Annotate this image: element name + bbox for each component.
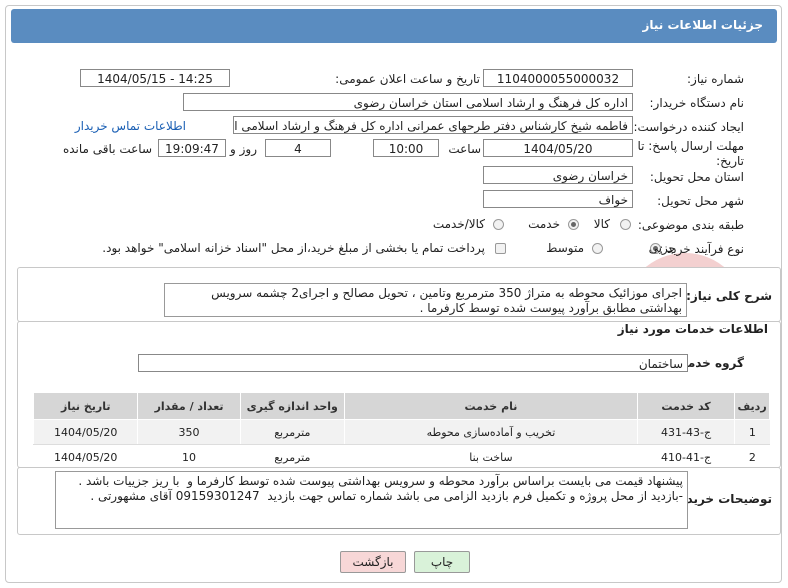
cell-name: تخریب و آماده‌سازی محوطه xyxy=(343,419,638,445)
page-title: جزئیات اطلاعات نیاز xyxy=(642,18,763,32)
cell-unit: مترمربع xyxy=(239,444,345,470)
description-text: اجرای موزائیک محوطه به متراژ 350 مترمربع… xyxy=(164,283,687,317)
cell-date: 1404/05/20 xyxy=(32,444,138,470)
requester-label: ایجاد کننده درخواست: xyxy=(633,120,744,134)
cell-date: 1404/05/20 xyxy=(32,419,138,445)
cell-code: ج-43-431 xyxy=(636,419,735,445)
deadline-date-field: 1404/05/20 xyxy=(483,139,633,157)
col-qty: تعداد / مقدار xyxy=(137,392,241,420)
cell-qty: 10 xyxy=(137,444,241,470)
city-label: شهر محل تحویل: xyxy=(657,194,744,208)
remaining-label: ساعت باقی مانده xyxy=(62,142,152,156)
cell-qty: 350 xyxy=(137,419,241,445)
buyer-org-field: اداره کل فرهنگ و ارشاد اسلامی استان خراس… xyxy=(183,93,633,111)
table-row: 2 ج-41-410 ساخت بنا مترمربع 10 1404/05/2… xyxy=(32,444,770,470)
col-row: ردیف xyxy=(734,392,770,420)
cell-unit: مترمربع xyxy=(239,419,345,445)
description-label: شرح کلی نیاز: xyxy=(686,289,772,303)
deadline-label-date: تاریخ: xyxy=(716,154,744,168)
cell-row: 1 xyxy=(734,419,770,445)
print-button[interactable]: چاپ xyxy=(414,551,470,573)
process-radio-medium[interactable] xyxy=(592,243,603,254)
process-option-minor: جزیی xyxy=(648,241,676,255)
requester-field: فاطمه شیخ کارشناس دفتر طرحهای عمرانی ادا… xyxy=(233,116,633,134)
buyer-org-label: نام دستگاه خریدار: xyxy=(649,96,745,110)
payment-note: پرداخت تمام یا بخشی از مبلغ خرید،از محل … xyxy=(102,241,485,255)
services-table: ردیف کد خدمت نام خدمت واحد اندازه گیری ت… xyxy=(32,392,770,470)
province-field: خراسان رضوی xyxy=(483,166,633,184)
treasury-checkbox[interactable] xyxy=(495,243,506,254)
col-name: نام خدمت xyxy=(343,392,638,420)
back-button[interactable]: بازگشت xyxy=(340,551,406,573)
table-row: 1 ج-43-431 تخریب و آماده‌سازی محوطه مترم… xyxy=(32,419,770,445)
cell-code: ج-41-410 xyxy=(636,444,735,470)
days-field: 4 xyxy=(265,139,331,157)
deadline-label: مهلت ارسال پاسخ: تا xyxy=(637,139,744,153)
announce-field: 1404/05/15 - 14:25 xyxy=(80,69,230,87)
deadline-time-field: 10:00 xyxy=(373,139,439,157)
days-label: روز و xyxy=(230,142,257,156)
page-header: جزئیات اطلاعات نیاز xyxy=(11,9,777,43)
category-option-goods: کالا xyxy=(593,217,610,231)
city-field: خواف xyxy=(483,190,633,208)
need-number-label: شماره نیاز: xyxy=(687,72,744,86)
process-option-medium: متوسط xyxy=(546,241,584,255)
need-number-field: 1104000055000032 xyxy=(483,69,633,87)
announce-label: تاریخ و ساعت اعلان عمومی: xyxy=(335,72,480,86)
col-date: تاریخ نیاز xyxy=(32,392,139,420)
category-radio-service[interactable] xyxy=(568,219,579,230)
category-label: طبقه بندی موضوعی: xyxy=(637,218,744,232)
province-label: استان محل تحویل: xyxy=(649,170,744,184)
cell-name: ساخت بنا xyxy=(343,444,638,470)
category-option-service: خدمت xyxy=(528,217,560,231)
time-label: ساعت xyxy=(448,142,481,156)
services-section-title: اطلاعات خدمات مورد نیاز xyxy=(617,322,768,336)
col-unit: واحد اندازه گیری xyxy=(239,392,345,420)
category-radio-goods-service[interactable] xyxy=(493,219,504,230)
col-code: کد خدمت xyxy=(636,392,736,420)
contact-buyer-link[interactable]: اطلاعات تماس خریدار xyxy=(75,119,186,133)
cell-row: 2 xyxy=(734,444,770,470)
buyer-notes-text: پیشنهاد قیمت می بایست براساس برآورد محوط… xyxy=(55,471,688,529)
service-group-field: ساختمان xyxy=(138,354,688,372)
category-option-goods-service: کالا/خدمت xyxy=(432,217,485,231)
category-radio-goods[interactable] xyxy=(620,219,631,230)
remaining-time-field: 19:09:47 xyxy=(158,139,226,157)
